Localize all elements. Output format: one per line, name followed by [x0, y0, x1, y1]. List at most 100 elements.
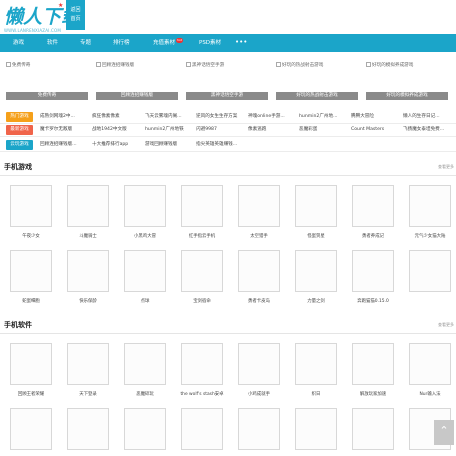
app-name: 点球	[140, 299, 150, 304]
app-card[interactable]: 宝剑宿命	[181, 250, 225, 304]
tag-link[interactable]: 疯狂像素像素	[92, 111, 140, 123]
app-card[interactable]: 天下登录	[67, 343, 111, 397]
app-card[interactable]: 红手指云手机	[181, 185, 225, 239]
app-card[interactable]: 小鸡成就手	[238, 343, 282, 397]
tag-link[interactable]: 魔卡罗尔无敌版	[40, 124, 88, 136]
nav-item-software[interactable]: 软件	[47, 34, 58, 52]
nav-item-topics[interactable]: 专题	[80, 34, 91, 52]
app-card[interactable]	[409, 250, 453, 304]
app-card[interactable]: 小黑鸡大冒	[124, 185, 168, 239]
nav-item-games[interactable]: 游戏	[13, 34, 24, 52]
back-to-top-button[interactable]: ⌃	[434, 420, 454, 445]
app-name: 回顾王者荣耀	[17, 392, 45, 397]
app-card[interactable]: 元气少女猫大陆	[409, 185, 453, 239]
app-card[interactable]: 回顾王者荣耀	[10, 343, 54, 397]
app-card[interactable]: 点球	[124, 250, 168, 304]
app-icon	[10, 343, 52, 385]
app-icon	[124, 343, 166, 385]
app-card[interactable]: 恶魔碎玩	[124, 343, 168, 397]
app-name: 蛇蛋细胞	[22, 299, 40, 304]
app-card[interactable]: 勇者养成记	[352, 185, 396, 239]
home-button[interactable]: 返回 首页	[66, 0, 85, 30]
chevron-up-icon: ⌃	[439, 424, 449, 437]
app-card[interactable]: 力量之剑	[295, 250, 339, 304]
divider	[0, 151, 456, 152]
app-card[interactable]	[124, 408, 168, 456]
nav-item-vector[interactable]: 充值素材 hot	[153, 34, 184, 52]
divider	[0, 333, 456, 334]
app-card[interactable]: 勇者卡皮岛	[238, 250, 282, 304]
tag-link[interactable]: Count Masters	[351, 124, 399, 136]
app-icon	[10, 250, 52, 292]
tag-link[interactable]: 腾腾大冒险	[351, 111, 399, 123]
tag-row-label[interactable]: 云玩游戏	[6, 140, 33, 150]
tag-link[interactable]: 恶魔彩蛋	[299, 124, 347, 136]
app-card[interactable]: 午夜少女	[10, 185, 54, 239]
tag-link[interactable]: 游戏回顾赚钱版	[145, 139, 193, 151]
nav-item-psd[interactable]: PSD素材	[199, 34, 221, 52]
tag-link[interactable]: 飞扬魔女泰坦免费...	[403, 124, 451, 136]
app-icon	[10, 408, 52, 450]
tag-link[interactable]: 指尖英雄英雄赚钱...	[196, 139, 244, 151]
tag-link[interactable]: 神魂online手游...	[248, 111, 296, 123]
app-icon	[295, 185, 337, 227]
app-name: Nur输入法	[419, 392, 441, 397]
app-name: 勇者卡皮岛	[248, 299, 270, 304]
tag-link[interactable]: 回顾连招赚钱版...	[40, 139, 88, 151]
nav-item-rankings[interactable]: 排行榜	[113, 34, 130, 52]
tag-link[interactable]: hunmin2广州地...	[299, 111, 347, 123]
tag-link[interactable]: 成熟剑网魂2中...	[40, 111, 88, 123]
tag-row: 最新游戏 魔卡罗尔无敌版 战地1942中文版 hunmin2广州地铁 闪避9987 像素逃…	[0, 124, 456, 136]
app-icon	[238, 343, 280, 385]
banner-item[interactable]: 回顾连招赚钱版 回顾连招赚钱版	[96, 58, 178, 108]
view-more-link[interactable]: 查看更多	[438, 164, 454, 170]
app-card[interactable]: 织日	[295, 343, 339, 397]
app-name: 宝剑宿命	[193, 299, 211, 304]
tag-link[interactable]: 闪避9987	[196, 124, 244, 136]
tag-link[interactable]: 战地1942中文版	[92, 124, 140, 136]
app-icon	[352, 343, 394, 385]
app-card[interactable]: 怪蛋贺星	[295, 185, 339, 239]
tag-row-label[interactable]: 热门游戏	[6, 112, 33, 122]
banner-image: 好玩的热战射击游戏	[276, 62, 358, 90]
site-header: 懒人下载 WWW.LANRENXIAZAI.COM ★ 返回 首页	[0, 0, 456, 34]
app-card[interactable]	[67, 408, 111, 456]
app-card[interactable]: 奔跑猫猫0.15.0	[352, 250, 396, 304]
banner-item[interactable]: 好玩的模拟养成游戏 好玩的模拟养成游戏	[366, 58, 448, 108]
more-icon[interactable]: •••	[235, 34, 247, 52]
app-card[interactable]	[295, 408, 339, 456]
tag-link[interactable]: 逆风的女生生存方案	[196, 111, 244, 123]
banner-caption: 回顾连招赚钱版	[96, 92, 178, 100]
app-card[interactable]: 快乐保龄	[67, 250, 111, 304]
tag-link[interactable]: 像素逃跑	[248, 124, 296, 136]
banner-item[interactable]: 免费传奇 免费传奇	[6, 58, 88, 108]
app-name: 元气少女猫大陆	[414, 234, 446, 239]
app-name: 太空猎手	[250, 234, 268, 239]
app-card[interactable]	[352, 408, 396, 456]
app-icon	[67, 408, 109, 450]
broken-image-icon	[366, 62, 371, 67]
app-card[interactable]: 太空猎手	[238, 185, 282, 239]
banner-item[interactable]: 黑神话悟空手游 黑神话悟空手游	[186, 58, 268, 108]
tag-link[interactable]: 飞天云雾魂内阁...	[145, 111, 193, 123]
app-card[interactable]: Nur输入法	[409, 343, 453, 397]
app-card[interactable]	[181, 408, 225, 456]
app-card[interactable]: 蛇蛋细胞	[10, 250, 54, 304]
app-card[interactable]	[10, 408, 54, 456]
tag-link[interactable]: 十大推荐排行app	[92, 139, 140, 151]
tag-link[interactable]: hunmin2广州地铁	[145, 124, 193, 136]
app-card[interactable]: 解放玩家加速	[352, 343, 396, 397]
site-logo[interactable]: 懒人下载 WWW.LANRENXIAZAI.COM ★	[4, 2, 80, 33]
app-name: 恶魔碎玩	[136, 392, 154, 397]
app-icon	[67, 250, 109, 292]
app-icon	[238, 185, 280, 227]
app-card[interactable]: 斗魔骑士	[67, 185, 111, 239]
app-icon	[409, 185, 451, 227]
banner-caption: 好玩的热战射击游戏	[276, 92, 358, 100]
view-more-link[interactable]: 查看更多	[438, 322, 454, 328]
app-card[interactable]	[238, 408, 282, 456]
app-card[interactable]: the wolf's stash安卓	[180, 343, 225, 397]
tag-link[interactable]: 懒人的生存日记...	[403, 111, 451, 123]
banner-item[interactable]: 好玩的热战射击游戏 好玩的热战射击游戏	[276, 58, 358, 108]
tag-row-label[interactable]: 最新游戏	[6, 125, 33, 135]
